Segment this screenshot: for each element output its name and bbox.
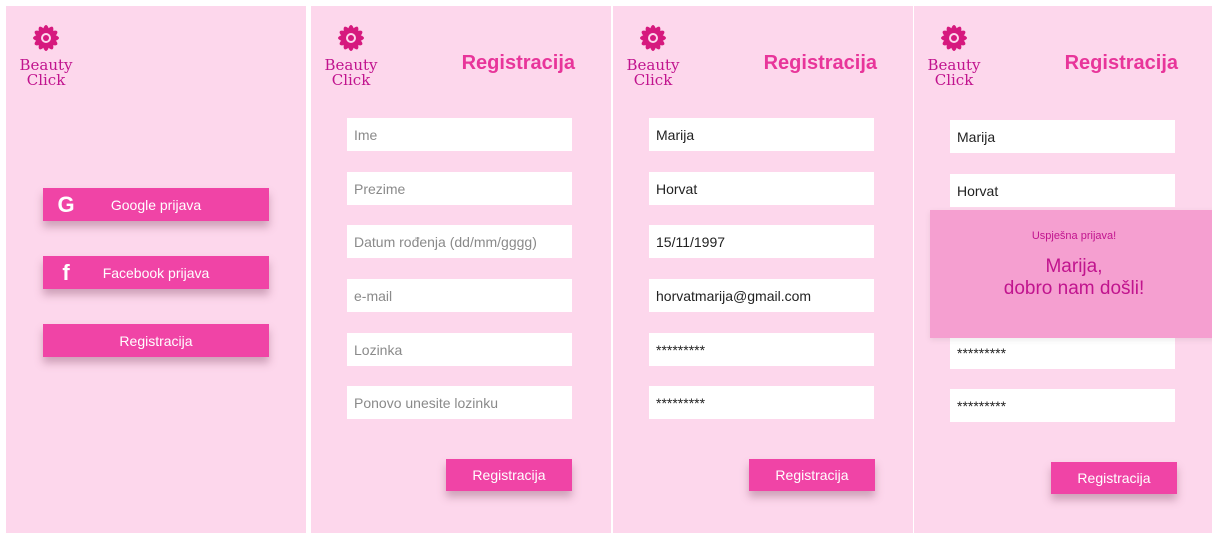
page-title: Registracija [461, 52, 575, 74]
popup-greeting: Marija, dobro nam došli! [1003, 256, 1145, 299]
confirm-password-input[interactable]: Ponovo unesite lozinku [347, 386, 572, 419]
last-name-input[interactable]: Horvat [649, 172, 874, 205]
register-submit-button[interactable]: Registracija [1051, 462, 1177, 494]
first-name-input[interactable]: Ime [347, 118, 572, 151]
first-name-input[interactable]: Marija [649, 118, 874, 151]
google-login-label: Google prijava [110, 196, 202, 213]
page-title: Registracija [1064, 52, 1178, 74]
flower-icon [338, 25, 364, 51]
page-title: Registracija [763, 52, 877, 74]
registration-filled-screen: Beauty Click Registracija Marija Horvat 1… [613, 6, 913, 533]
register-label: Registracija [119, 332, 193, 349]
last-name-input[interactable]: Horvat [950, 174, 1175, 207]
registration-success-screen: Beauty Click Registracija Marija Horvat *… [914, 6, 1212, 533]
popup-status-text: Uspješna prijava! [1031, 230, 1117, 242]
facebook-login-label: Facebook prijava [102, 264, 210, 281]
confirm-password-input[interactable]: ********* [950, 389, 1175, 422]
brand-name: Beauty Click [19, 56, 73, 89]
register-submit-button[interactable]: Registracija [446, 459, 572, 491]
google-login-button[interactable]: G Google prijava [43, 188, 269, 221]
email-input[interactable]: e-mail [347, 279, 572, 312]
brand-name: Beauty Click [927, 56, 981, 89]
register-submit-button[interactable]: Registracija [749, 459, 875, 491]
register-button[interactable]: Registracija [43, 324, 269, 357]
success-popup: Uspješna prijava! Marija, dobro nam došl… [930, 210, 1212, 338]
login-screen: Beauty Click G Google prijava f Facebook … [6, 6, 306, 533]
first-name-input[interactable]: Marija [950, 120, 1175, 153]
password-input[interactable]: ********* [649, 333, 874, 366]
birthdate-input[interactable]: Datum rođenja (dd/mm/gggg) [347, 225, 572, 258]
confirm-password-input[interactable]: ********* [649, 386, 874, 419]
google-icon: G [57, 191, 75, 217]
brand-name: Beauty Click [626, 56, 680, 89]
brand-logo: Beauty Click [625, 20, 685, 100]
facebook-login-button[interactable]: f Facebook prijava [43, 256, 269, 289]
last-name-input[interactable]: Prezime [347, 172, 572, 205]
password-input[interactable]: ********* [950, 336, 1175, 369]
brand-name: Beauty Click [324, 56, 378, 89]
brand-logo: Beauty Click [323, 20, 383, 100]
flower-icon [33, 25, 59, 51]
email-input[interactable]: horvatmarija@gmail.com [649, 279, 874, 312]
flower-icon [941, 25, 967, 51]
brand-logo: Beauty Click [926, 20, 986, 100]
password-input[interactable]: Lozinka [347, 333, 572, 366]
birthdate-input[interactable]: 15/11/1997 [649, 225, 874, 258]
registration-empty-screen: Beauty Click Registracija Ime Prezime Dat… [311, 6, 611, 533]
flower-icon [640, 25, 666, 51]
brand-logo: Beauty Click [18, 20, 78, 100]
facebook-icon: f [62, 259, 70, 285]
